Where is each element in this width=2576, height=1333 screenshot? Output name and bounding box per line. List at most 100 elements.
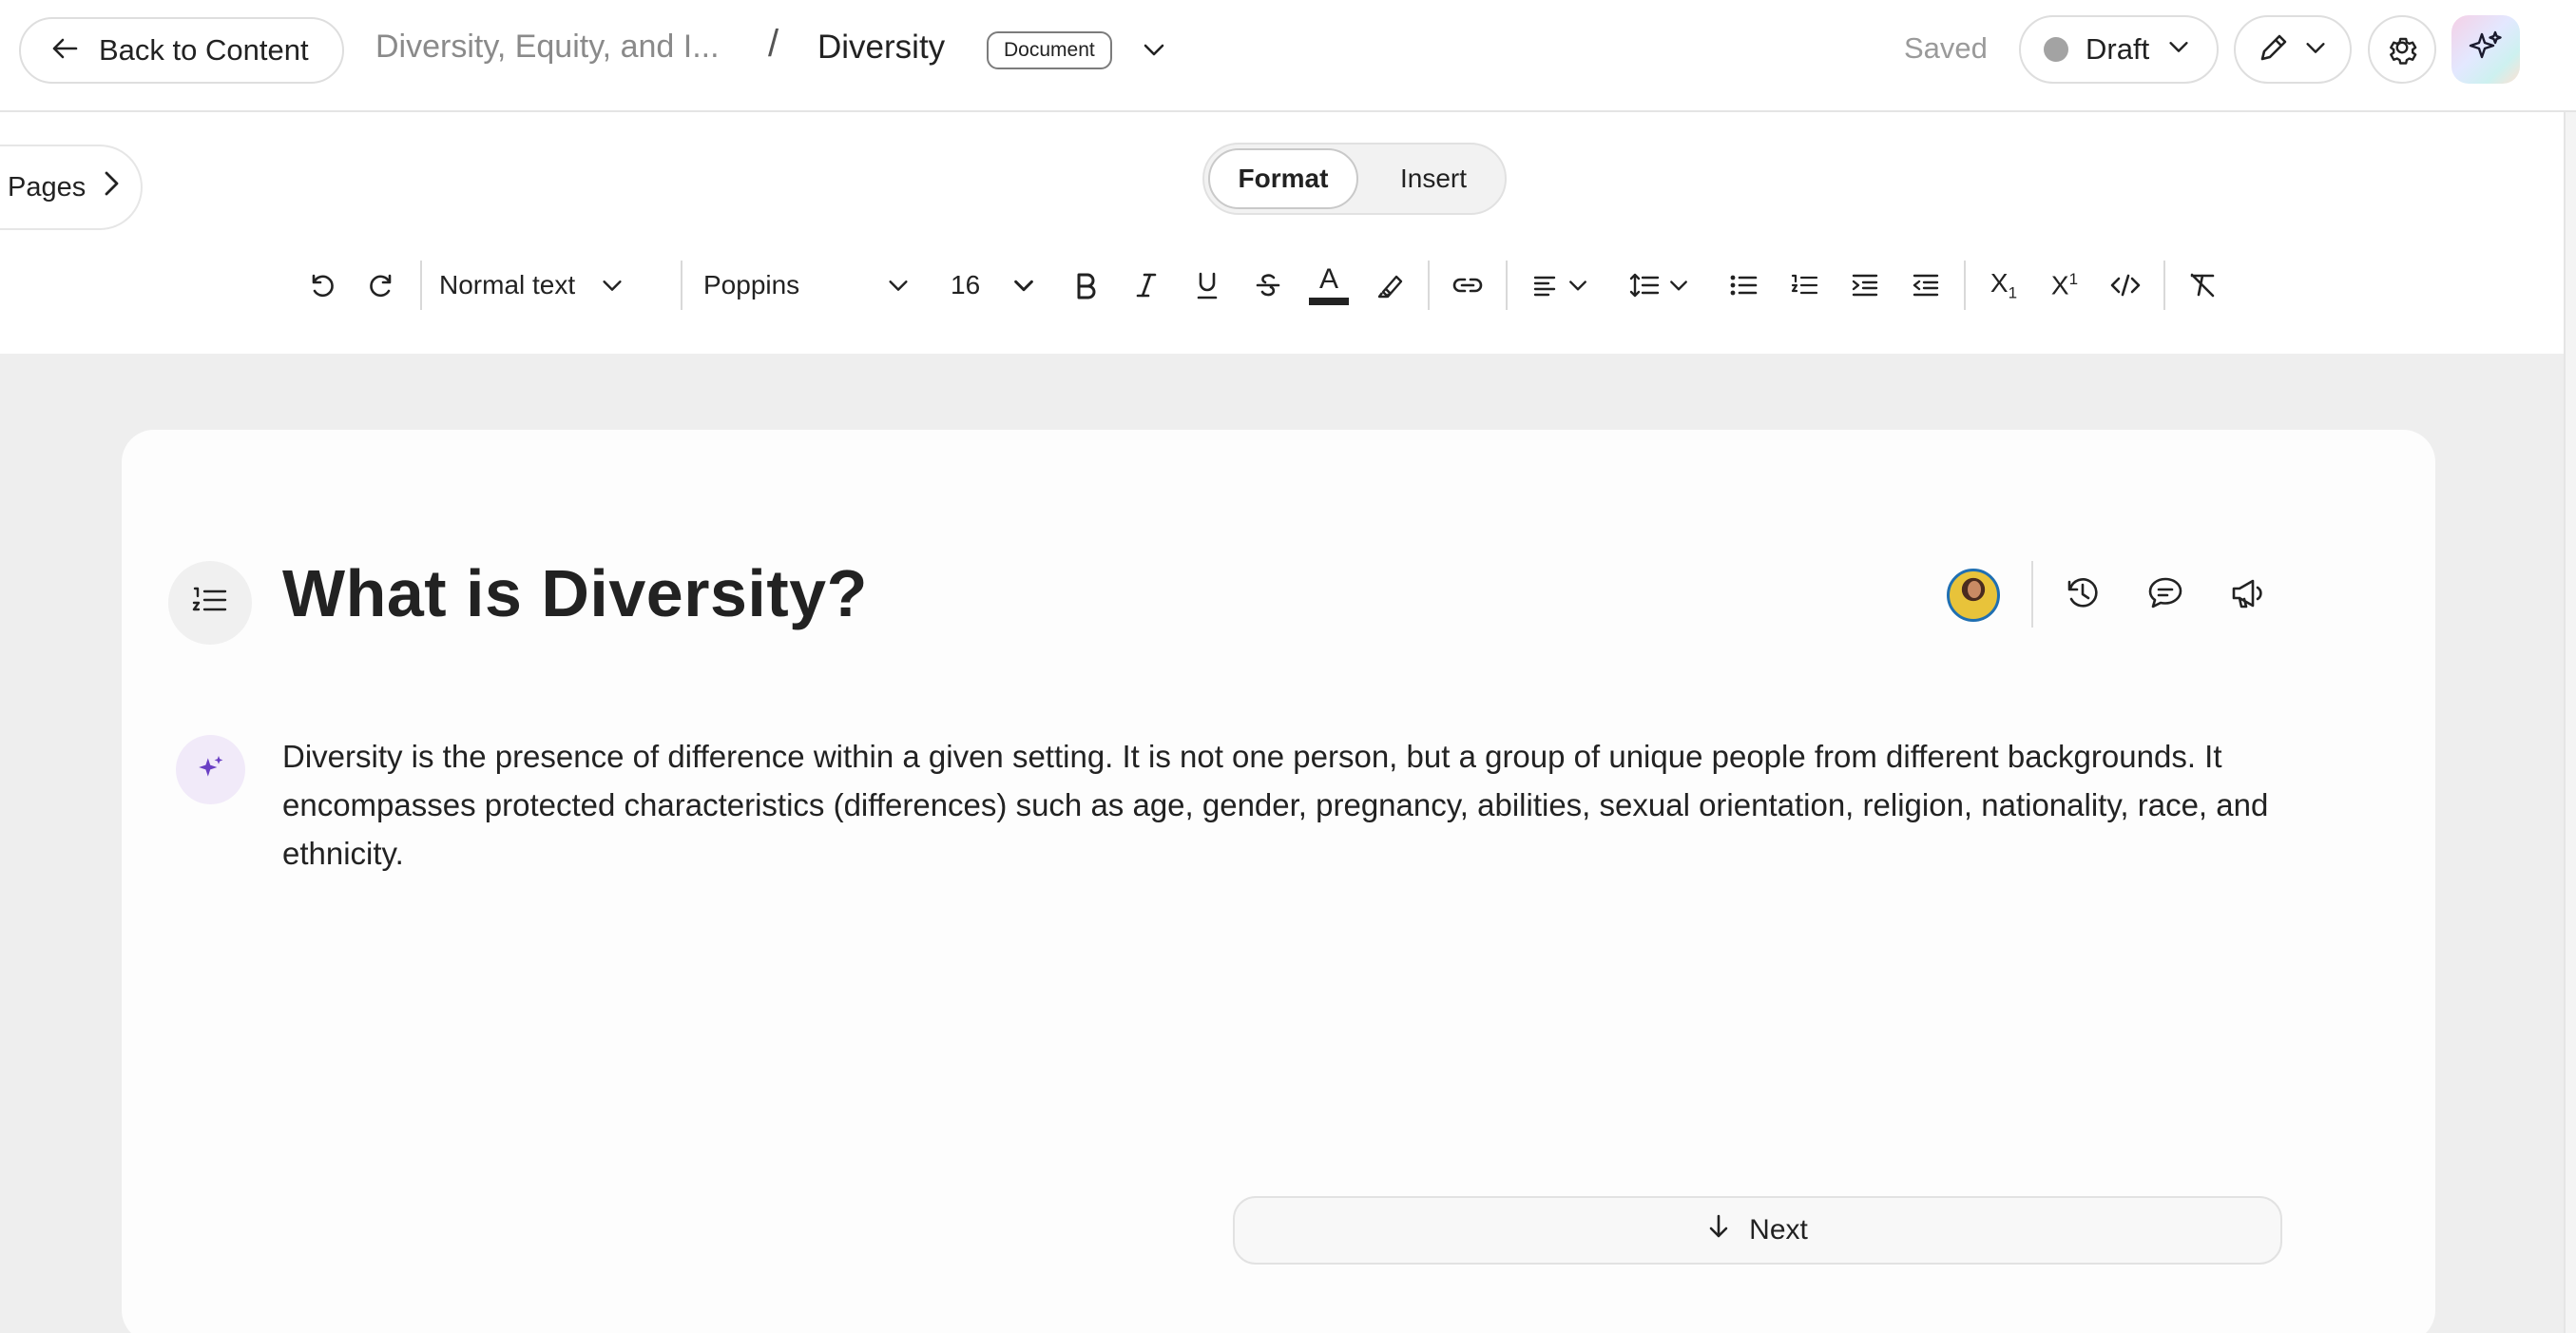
tab-insert[interactable]: Insert: [1362, 148, 1505, 209]
font-family-value: Poppins: [703, 270, 800, 299]
page-title[interactable]: What is Diversity?: [282, 555, 868, 631]
strikethrough-icon: [1254, 271, 1282, 299]
comments-button[interactable]: [2144, 574, 2186, 616]
toolbar-divider: [1428, 261, 1430, 310]
editor-toolbar-area: Pages Format Insert Normal text Poppins …: [0, 114, 2564, 354]
arrow-down-icon: [1707, 1213, 1730, 1247]
text-style-dropdown[interactable]: Normal text: [439, 257, 658, 314]
text-color-button[interactable]: A: [1306, 257, 1352, 314]
indent-button[interactable]: [1844, 257, 1886, 314]
italic-icon: [1133, 271, 1160, 299]
mode-switch: Format Insert: [1202, 143, 1507, 215]
sparkle-icon: [2467, 29, 2505, 71]
text-style-value: Normal text: [439, 270, 576, 299]
chevron-down-icon: [2303, 35, 2328, 65]
strikethrough-button[interactable]: [1247, 257, 1289, 314]
outline-button[interactable]: [168, 561, 252, 645]
text-color-swatch: [1309, 298, 1349, 305]
chevron-down-icon: [600, 273, 625, 298]
underline-button[interactable]: [1186, 257, 1228, 314]
tab-format[interactable]: Format: [1208, 148, 1358, 209]
sparkle-icon: [196, 752, 226, 787]
toolbar-divider: [1964, 261, 1966, 310]
ai-assistant-button[interactable]: [2451, 15, 2520, 84]
avatar-face: [1968, 581, 1981, 598]
chevron-down-icon: [1567, 274, 1589, 297]
chevron-down-icon: [1011, 273, 1036, 298]
subscript-x: X: [1990, 267, 2009, 298]
indent-icon: [1851, 272, 1879, 299]
breadcrumb-parent[interactable]: Diversity, Equity, and I...: [375, 29, 720, 66]
gear-icon: [2385, 30, 2419, 69]
toolbar-divider: [681, 261, 682, 310]
numbered-outline-icon: [192, 585, 228, 622]
doc-type-badge: Document: [987, 31, 1112, 69]
superscript-x: X: [2050, 270, 2069, 300]
status-label: Draft: [2086, 32, 2150, 66]
undo-button[interactable]: [300, 257, 342, 314]
code-button[interactable]: [2105, 257, 2146, 314]
comment-icon: [2146, 574, 2184, 617]
underline-icon: [1194, 270, 1221, 300]
clear-formatting-button[interactable]: [2182, 257, 2224, 314]
title-actions-divider: [2031, 561, 2033, 628]
ai-rewrite-button[interactable]: [176, 735, 245, 804]
back-to-content-button[interactable]: Back to Content: [19, 17, 344, 84]
redo-button[interactable]: [361, 257, 403, 314]
chevron-right-icon: [101, 169, 122, 205]
font-size-value: 16: [951, 270, 981, 299]
next-button[interactable]: Next: [1233, 1196, 2282, 1265]
format-toolbar: Normal text Poppins 16 A X1 X1: [0, 257, 2564, 314]
align-dropdown[interactable]: [1527, 257, 1595, 314]
scrollbar[interactable]: [2564, 112, 2576, 1333]
breadcrumb-separator: /: [768, 23, 779, 65]
clear-format-icon: [2188, 271, 2219, 299]
megaphone-icon: [2229, 574, 2267, 617]
font-size-dropdown[interactable]: 16: [951, 257, 1036, 314]
link-icon: [1451, 274, 1485, 297]
code-icon: [2109, 272, 2142, 299]
announce-button[interactable]: [2227, 574, 2269, 616]
back-to-content-label: Back to Content: [99, 33, 309, 67]
toolbar-divider: [420, 261, 422, 310]
bold-button[interactable]: [1065, 257, 1106, 314]
next-label: Next: [1749, 1214, 1808, 1246]
line-spacing-dropdown[interactable]: [1625, 257, 1694, 314]
pencil-icon: [2258, 31, 2290, 68]
numbered-list-button[interactable]: [1783, 257, 1825, 314]
superscript-button[interactable]: X1: [2044, 257, 2086, 314]
chevron-down-icon: [1667, 274, 1690, 297]
superscript-icon: X1: [2051, 270, 2078, 300]
status-dot: [2044, 37, 2068, 62]
chevron-down-icon: [2166, 32, 2191, 67]
superscript-digit: 1: [2068, 269, 2079, 288]
breadcrumb-current: Diversity: [817, 29, 946, 66]
breadcrumb-chevron-down-icon[interactable]: [1141, 36, 1167, 68]
body-paragraph[interactable]: Diversity is the presence of difference …: [282, 732, 2288, 878]
history-icon: [2064, 574, 2102, 617]
link-button[interactable]: [1445, 257, 1490, 314]
edit-mode-dropdown[interactable]: [2234, 15, 2352, 84]
pages-panel-button[interactable]: Pages: [0, 145, 143, 230]
settings-button[interactable]: [2368, 15, 2436, 84]
top-header: Back to Content Diversity, Equity, and I…: [0, 0, 2576, 112]
highlight-button[interactable]: [1369, 257, 1411, 314]
toolbar-divider: [1506, 261, 1508, 310]
avatar[interactable]: [1947, 569, 2000, 622]
subscript-button[interactable]: X1: [1983, 257, 2025, 314]
version-history-button[interactable]: [2062, 574, 2104, 616]
italic-button[interactable]: [1125, 257, 1167, 314]
undo-icon: [306, 270, 336, 300]
bold-icon: [1072, 271, 1099, 299]
align-left-icon: [1532, 272, 1559, 299]
bullet-list-button[interactable]: [1722, 257, 1764, 314]
bullet-list-icon: [1729, 272, 1758, 299]
outdent-icon: [1912, 272, 1940, 299]
save-status: Saved: [1904, 31, 1988, 65]
font-family-dropdown[interactable]: Poppins: [703, 257, 911, 314]
numbered-list-icon: [1790, 272, 1818, 299]
status-dropdown[interactable]: Draft: [2019, 15, 2219, 84]
chevron-down-icon: [886, 273, 911, 298]
subscript-digit: 1: [2008, 283, 2018, 302]
outdent-button[interactable]: [1905, 257, 1947, 314]
